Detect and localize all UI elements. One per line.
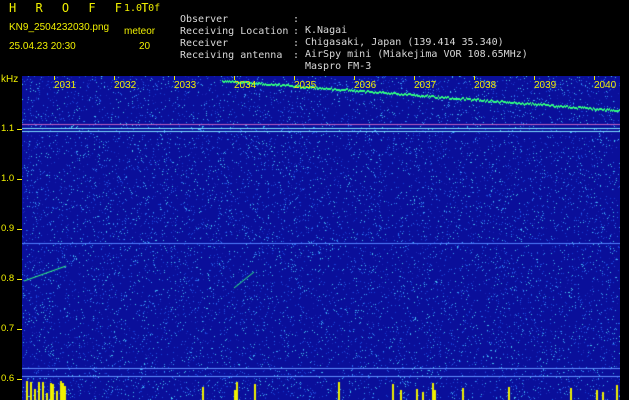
info-row-location: Receiving Location: Chigasaki, Japan (13… [180, 26, 504, 48]
y-label-0-9: 0.9 [1, 223, 15, 234]
y-label-1-0: 1.0 [1, 173, 15, 184]
info-value: AirSpy mini (Miakejima VOR 108.65MHz) [305, 49, 528, 60]
y-label-0-8: 0.8 [1, 273, 15, 284]
x-label-2035: 2035 [294, 80, 317, 91]
x-label-2034: 2034 [234, 80, 257, 91]
header-panel: H R O F F T 1.0.0f KN9_2504232030.png me… [0, 0, 629, 76]
info-row-antenna: Receiving antenna: Maspro FM-3 [180, 50, 372, 72]
x-label-2031: 2031 [54, 80, 77, 91]
x-label-2038: 2038 [474, 80, 497, 91]
x-label-2039: 2039 [534, 80, 557, 91]
x-label-2032: 2032 [114, 80, 137, 91]
right-margin [620, 76, 629, 400]
x-label-2036: 2036 [354, 80, 377, 91]
info-value: Maspro FM-3 [305, 61, 372, 72]
info-key: Receiving antenna [180, 50, 283, 61]
info-value: Chigasaki, Japan (139.414 35.340) [305, 37, 504, 48]
x-label-2033: 2033 [174, 80, 197, 91]
file-name: KN9_2504232030.png [9, 22, 110, 33]
spectrogram-canvas [22, 76, 620, 400]
info-row-receiver: Receiver: AirSpy mini (Miakejima VOR 108… [180, 38, 528, 60]
info-value: K.Nagai [305, 25, 348, 36]
y-label-0-7: 0.7 [1, 323, 15, 334]
spectrogram-plot: 2031 2032 2033 2034 2035 2036 2037 2038 … [22, 76, 620, 400]
x-label-2037: 2037 [414, 80, 437, 91]
y-axis: kHz 1.1 1.0 0.9 0.8 0.7 0.6 [0, 74, 22, 400]
app-version: 1.0.0f [124, 3, 161, 14]
timestamp: 25.04.23 20:30 [9, 41, 76, 52]
meteor-label: meteor [124, 26, 156, 37]
meteor-count: 20 [139, 41, 151, 52]
info-row-observer: Observer: K.Nagai [180, 14, 348, 36]
y-axis-unit: kHz [1, 74, 19, 85]
x-label-2040: 2040 [594, 80, 617, 91]
y-label-1-1: 1.1 [1, 123, 15, 134]
y-label-0-6: 0.6 [1, 373, 15, 384]
